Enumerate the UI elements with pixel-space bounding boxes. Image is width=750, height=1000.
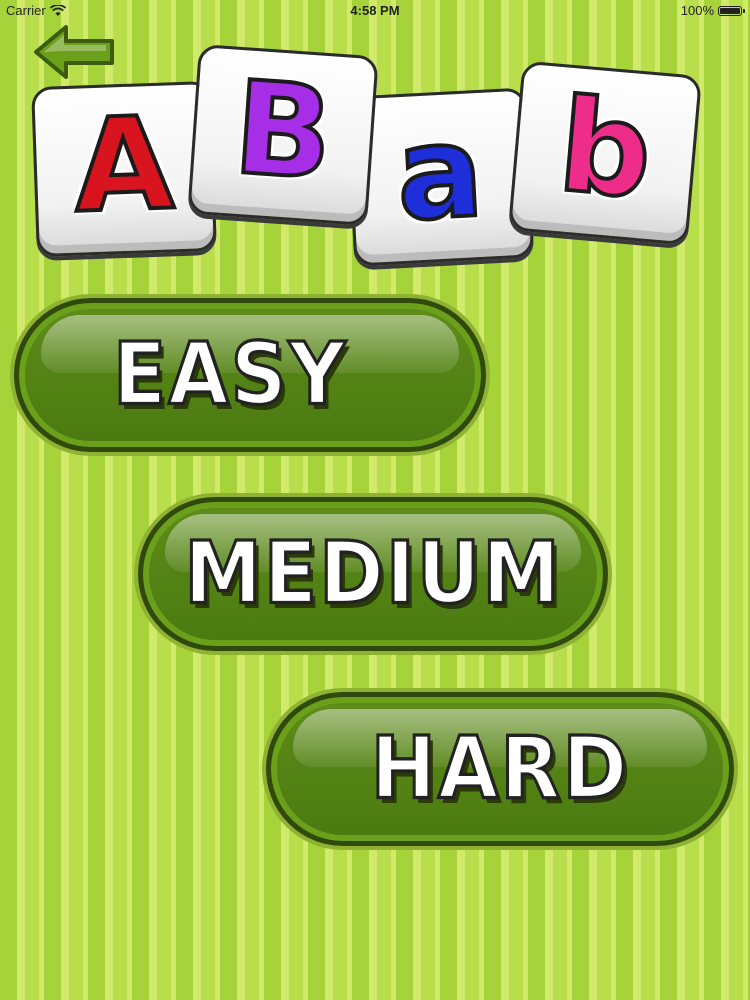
easy-button-label: EASY bbox=[112, 324, 348, 426]
back-button[interactable] bbox=[30, 22, 120, 82]
letter-tile-b: b bbox=[507, 60, 703, 246]
hard-button-label: HARD bbox=[369, 718, 630, 820]
battery-indicator: 100% bbox=[680, 3, 745, 18]
status-bar: Carrier 4:58 PM 100% bbox=[0, 0, 750, 22]
letter-tile-B: B bbox=[187, 43, 379, 227]
medium-button[interactable]: MEDIUM bbox=[138, 497, 608, 651]
battery-percent: 100% bbox=[680, 3, 714, 18]
letter-tile-A: A bbox=[31, 80, 217, 258]
back-arrow-icon bbox=[34, 25, 114, 79]
tile-letter: a bbox=[391, 95, 489, 252]
hard-button[interactable]: HARD bbox=[266, 692, 734, 846]
tile-letter: b bbox=[551, 69, 659, 229]
status-time: 4:58 PM bbox=[350, 3, 400, 18]
easy-button[interactable]: EASY bbox=[14, 298, 486, 452]
battery-icon bbox=[718, 5, 745, 16]
medium-button-label: MEDIUM bbox=[183, 523, 562, 625]
tile-letter: A bbox=[70, 87, 178, 243]
tile-letter: B bbox=[227, 52, 339, 211]
